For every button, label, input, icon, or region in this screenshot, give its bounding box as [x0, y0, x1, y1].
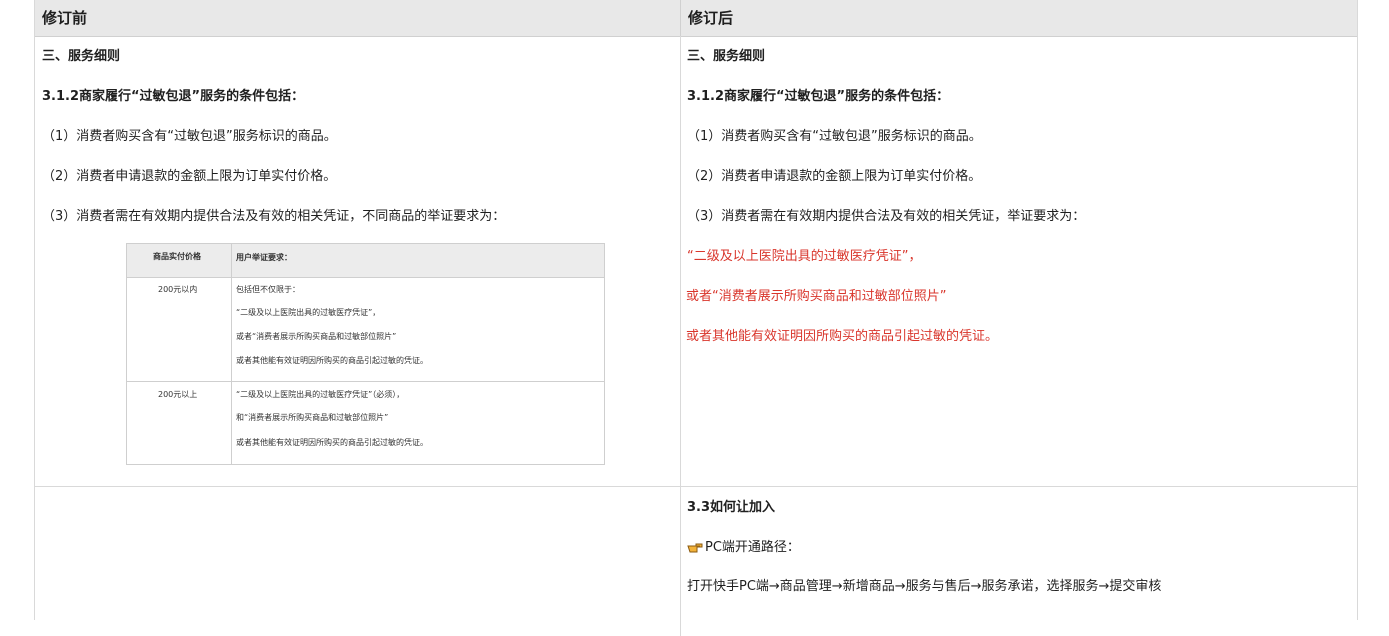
- before-item-2: （2）消费者申请退款的金额上限为订单实付价格。: [42, 169, 337, 184]
- after-red-line-2: 或者“消费者展示所购买商品和过敏部位照片”: [686, 289, 947, 304]
- evidence-row2-price: 200元以上: [158, 390, 198, 399]
- evidence-row2-line3: 或者其他能有效证明因所购买的商品引起过敏的凭证。: [236, 438, 428, 447]
- pc-path-label: PC端开通路径：: [705, 540, 800, 555]
- pointing-hand-icon: [687, 541, 703, 553]
- after-clause-title: 3.1.2商家履行“过敏包退”服务的条件包括：: [687, 89, 950, 104]
- after-red-line-1: “二级及以上医院出具的过敏医疗凭证”，: [687, 249, 922, 264]
- evidence-row1-line1: 包括但不仅限于：: [236, 285, 300, 294]
- evidence-row1-line3: 或者“消费者展示所购买商品和过敏部位照片”: [236, 332, 397, 341]
- evidence-row1-price: 200元以内: [158, 285, 198, 294]
- pc-path-label-line: PC端开通路径：: [687, 536, 800, 555]
- evidence-table-row-line: [127, 381, 604, 382]
- evidence-col-requirement: 用户举证要求：: [236, 253, 292, 262]
- before-item-1: （1）消费者购买含有“过敏包退”服务标识的商品。: [42, 129, 337, 144]
- evidence-requirements-image: 商品实付价格 用户举证要求： 200元以内 包括但不仅限于： “二级及以上医院出…: [126, 243, 605, 465]
- table-header-row: 修订前 修订后: [35, 0, 1357, 37]
- header-after: 修订后: [680, 0, 1357, 36]
- evidence-table-column-line: [231, 244, 232, 464]
- after-item-1: （1）消费者购买含有“过敏包退”服务标识的商品。: [687, 129, 982, 144]
- before-clause-title: 3.1.2商家履行“过敏包退”服务的条件包括：: [42, 89, 305, 104]
- pc-path-steps: 打开快手PC端→商品管理→新增商品→服务与售后→服务承诺，选择服务→提交审核: [687, 579, 1162, 594]
- after-section-title: 三、服务细则: [687, 49, 766, 64]
- after-item-3: （3）消费者需在有效期内提供合法及有效的相关凭证，举证要求为：: [687, 209, 1086, 224]
- column-divider: [680, 36, 681, 636]
- after-item-2: （2）消费者申请退款的金额上限为订单实付价格。: [687, 169, 982, 184]
- before-section-title: 三、服务细则: [42, 49, 121, 64]
- evidence-row1-line2: “二级及以上医院出具的过敏医疗凭证”，: [236, 308, 381, 317]
- header-before: 修订前: [42, 9, 88, 27]
- after-red-line-3: 或者其他能有效证明因所购买的商品引起过敏的凭证。: [686, 329, 999, 344]
- evidence-row2-line1: “二级及以上医院出具的过敏医疗凭证”（必须），: [236, 390, 405, 399]
- before-item-3: （3）消费者需在有效期内提供合法及有效的相关凭证，不同商品的举证要求为：: [42, 209, 506, 224]
- revision-comparison-table: 修订前 修订后 三、服务细则 3.1.2商家履行“过敏包退”服务的条件包括： （…: [34, 0, 1358, 636]
- join-heading: 3.3如何让加入: [687, 500, 776, 515]
- evidence-row2-line2: 和“消费者展示所购买商品和过敏部位照片”: [236, 413, 389, 422]
- evidence-col-price: 商品实付价格: [153, 252, 201, 261]
- evidence-row1-line4: 或者其他能有效证明因所购买的商品引起过敏的凭证。: [236, 356, 428, 365]
- before-cell-row2-empty: [42, 487, 672, 607]
